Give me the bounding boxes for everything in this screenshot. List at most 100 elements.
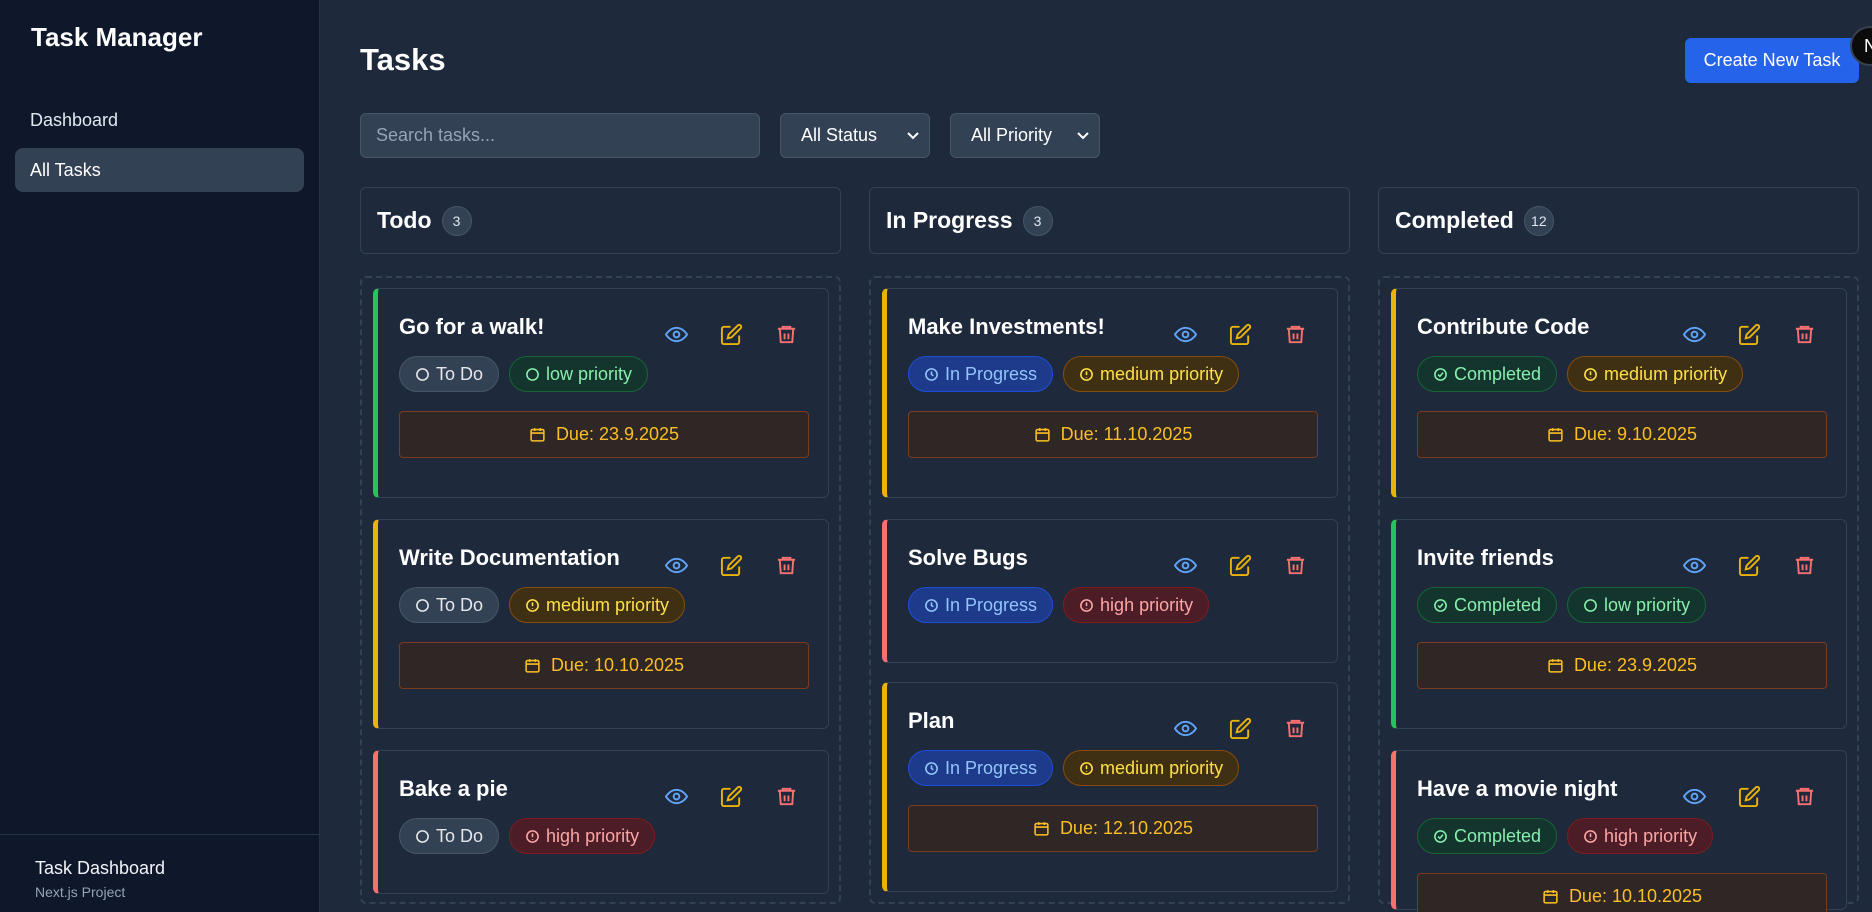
column-dropzone-2[interactable]: Contribute Code Completed medium priorit… (1378, 276, 1859, 912)
circle-icon (415, 367, 430, 382)
trash-icon[interactable] (775, 323, 798, 346)
trash-icon[interactable] (775, 785, 798, 808)
trash-icon[interactable] (775, 554, 798, 577)
edit-icon[interactable] (720, 554, 743, 577)
due-date-label: Due: 23.9.2025 (1573, 655, 1698, 675)
due-date: Due: 9.10.2025 (1417, 411, 1827, 458)
eye-icon[interactable] (1173, 717, 1198, 740)
trash-icon[interactable] (1793, 554, 1816, 577)
task-badges: In Progress high priority (908, 587, 1210, 623)
alert-circle-icon (525, 598, 540, 613)
task-badges: Completed medium priority (1417, 356, 1744, 392)
status-badge-label: In Progress (945, 363, 1038, 384)
sidebar-item-all-tasks[interactable]: All Tasks (15, 148, 304, 192)
task-actions (1682, 785, 1816, 808)
status-badge: Completed (1417, 587, 1558, 623)
trash-icon[interactable] (1793, 785, 1816, 808)
circle-icon (525, 367, 540, 382)
sidebar: Task Manager Dashboard All Tasks Task Da… (0, 0, 320, 912)
edit-icon[interactable] (1738, 554, 1761, 577)
priority-badge: medium priority (1063, 750, 1240, 786)
status-badge: In Progress (908, 587, 1054, 623)
due-date: Due: 11.10.2025 (908, 411, 1318, 458)
due-date-label: Due: 9.10.2025 (1573, 424, 1698, 444)
priority-badge: low priority (1567, 587, 1707, 623)
edit-icon[interactable] (1229, 554, 1252, 577)
task-actions (664, 785, 798, 808)
status-badge: To Do (399, 818, 500, 854)
priority-badge: high priority (509, 818, 656, 854)
status-badge: To Do (399, 587, 500, 623)
footer-title: Task Dashboard (35, 858, 166, 878)
clock-icon (924, 761, 939, 776)
check-circle-icon (1433, 367, 1448, 382)
status-filter-select[interactable]: All Status (780, 113, 930, 158)
check-circle-icon (1433, 829, 1448, 844)
sidebar-item-dashboard[interactable]: Dashboard (15, 98, 304, 142)
chevron-down-icon (907, 132, 919, 140)
task-card[interactable]: Write Documentation To Do medium priorit… (373, 519, 829, 729)
task-card[interactable]: Plan In Progress medium priority Due: 12… (882, 682, 1338, 892)
status-badge-label: In Progress (945, 594, 1038, 615)
priority-badge-label: low priority (546, 363, 633, 384)
task-badges: In Progress medium priority (908, 356, 1240, 392)
create-task-button[interactable]: Create New Task (1685, 38, 1859, 83)
edit-icon[interactable] (720, 785, 743, 808)
eye-icon[interactable] (1682, 323, 1707, 346)
task-title: Solve Bugs (908, 545, 1028, 570)
status-badge-label: To Do (436, 363, 484, 384)
priority-badge: medium priority (509, 587, 686, 623)
eye-icon[interactable] (1173, 554, 1198, 577)
task-badges: In Progress medium priority (908, 750, 1240, 786)
task-card[interactable]: Have a movie night Completed high priori… (1391, 750, 1847, 912)
task-title: Invite friends (1417, 545, 1554, 570)
task-badges: Completed high priority (1417, 818, 1714, 854)
priority-badge-label: medium priority (546, 594, 670, 615)
trash-icon[interactable] (1284, 323, 1307, 346)
column-dropzone-1[interactable]: Make Investments! In Progress medium pri… (869, 276, 1350, 904)
eye-icon[interactable] (1682, 785, 1707, 808)
task-card[interactable]: Go for a walk! To Do low priority Due: 2… (373, 288, 829, 498)
task-card[interactable]: Contribute Code Completed medium priorit… (1391, 288, 1847, 498)
due-date-label: Due: 23.9.2025 (555, 424, 680, 444)
task-card[interactable]: Make Investments! In Progress medium pri… (882, 288, 1338, 498)
clock-icon (924, 367, 939, 382)
task-title: Contribute Code (1417, 314, 1590, 339)
alert-circle-icon (1079, 367, 1094, 382)
calendar-icon (1542, 888, 1559, 905)
edit-icon[interactable] (1738, 323, 1761, 346)
status-badge-label: In Progress (945, 757, 1038, 778)
eye-icon[interactable] (664, 323, 689, 346)
task-card[interactable]: Solve Bugs In Progress high priority (882, 519, 1338, 663)
task-actions (1682, 323, 1816, 346)
eye-icon[interactable] (664, 785, 689, 808)
calendar-icon (524, 657, 541, 674)
task-card[interactable]: Invite friends Completed low priority Du… (1391, 519, 1847, 729)
priority-filter-select[interactable]: All Priority (950, 113, 1100, 158)
edit-icon[interactable] (720, 323, 743, 346)
chevron-down-icon (1077, 132, 1089, 140)
status-badge-label: Completed (1454, 825, 1542, 846)
due-date-label: Due: 11.10.2025 (1060, 424, 1193, 444)
task-title: Make Investments! (908, 314, 1105, 339)
eye-icon[interactable] (1682, 554, 1707, 577)
task-badges: Completed low priority (1417, 587, 1707, 623)
eye-icon[interactable] (664, 554, 689, 577)
column-dropzone-0[interactable]: Go for a walk! To Do low priority Due: 2… (360, 276, 841, 904)
eye-icon[interactable] (1173, 323, 1198, 346)
priority-badge-label: medium priority (1604, 363, 1728, 384)
trash-icon[interactable] (1284, 717, 1307, 740)
alert-circle-icon (1079, 761, 1094, 776)
priority-badge-label: medium priority (1100, 757, 1224, 778)
task-card[interactable]: Bake a pie To Do high priority (373, 750, 829, 894)
edit-icon[interactable] (1229, 717, 1252, 740)
edit-icon[interactable] (1738, 785, 1761, 808)
edit-icon[interactable] (1229, 323, 1252, 346)
due-date-label: Due: 10.10.2025 (1568, 886, 1703, 906)
task-badges: To Do high priority (399, 818, 656, 854)
alert-circle-icon (1079, 598, 1094, 613)
trash-icon[interactable] (1284, 554, 1307, 577)
trash-icon[interactable] (1793, 323, 1816, 346)
search-input[interactable] (360, 113, 760, 158)
priority-badge-label: high priority (1100, 594, 1194, 615)
